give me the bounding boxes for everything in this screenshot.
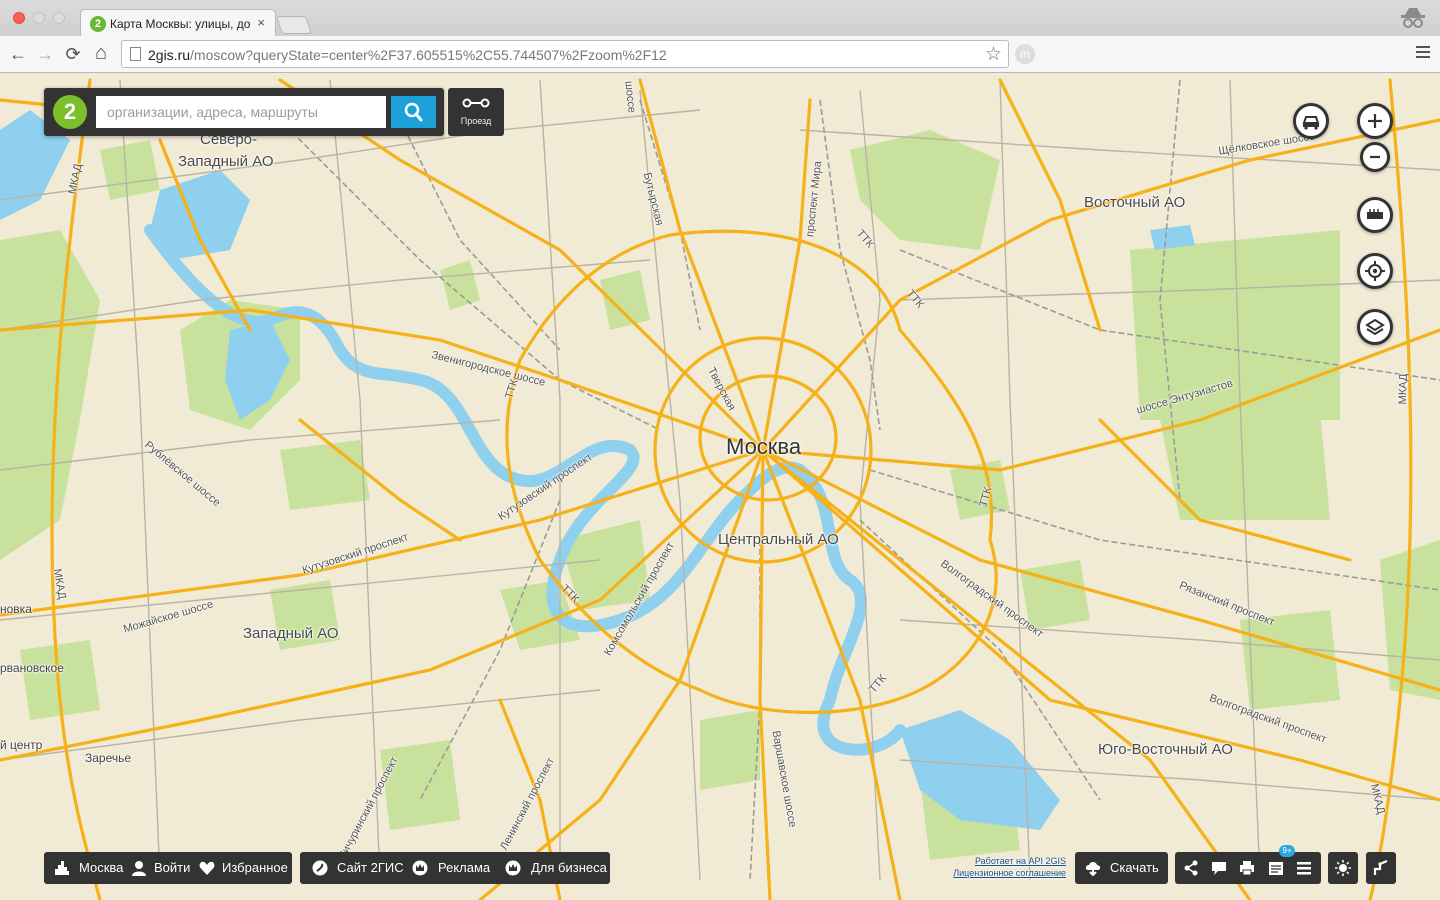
layers-icon <box>1365 318 1385 336</box>
url-text[interactable]: 2gis.ru/moscow?queryState=center%2F37.60… <box>148 47 667 63</box>
locate-icon <box>1365 261 1385 281</box>
tab-title: Карта Москвы: улицы, дома <box>110 17 250 31</box>
extension-icon[interactable]: m <box>1015 44 1035 64</box>
star-icon[interactable]: ☆ <box>985 43 1002 66</box>
reload-icon[interactable]: ⟳ <box>62 44 84 65</box>
window-minimize-button[interactable] <box>33 12 45 24</box>
ruler-measure-icon <box>1373 860 1388 875</box>
window-close-button[interactable] <box>13 12 25 24</box>
comment-icon[interactable] <box>1211 860 1227 876</box>
zoom-out-button[interactable] <box>1360 142 1390 172</box>
browser-tab[interactable]: 2 Карта Москвы: улицы, дома × <box>80 9 276 37</box>
brightness-icon <box>1335 860 1351 876</box>
2gis-favicon-icon: 2 <box>90 16 106 32</box>
crown-business-icon <box>505 860 521 876</box>
district-label: Западный АО <box>243 625 339 642</box>
search-panel: 2 <box>44 88 444 136</box>
layers-button[interactable] <box>1357 309 1393 345</box>
city-label: Москва <box>726 434 802 459</box>
route-label: Проезд <box>460 116 492 126</box>
district-label: Восточный АО <box>1084 194 1186 211</box>
ruler-button[interactable] <box>1357 197 1393 233</box>
traffic-icon <box>1302 116 1320 130</box>
forward-icon[interactable]: → <box>34 44 56 65</box>
brightness-button[interactable] <box>1328 852 1358 884</box>
license-link[interactable]: Лицензионное соглашение <box>940 867 1066 879</box>
bottom-bar-left: Москва Войти Избранное <box>44 852 292 884</box>
heart-icon <box>199 861 215 875</box>
2gis-logo-icon[interactable]: 2 <box>53 95 87 129</box>
site-link[interactable]: Сайт 2ГИС <box>337 852 404 884</box>
favorites-link[interactable]: Избранное <box>222 852 288 884</box>
bottom-bar-tools <box>1175 852 1321 884</box>
route-button[interactable]: Проезд <box>448 88 504 136</box>
api-link[interactable]: Работает на API 2GIS <box>940 855 1066 867</box>
print-icon[interactable] <box>1239 860 1255 876</box>
home-icon[interactable]: ⌂ <box>90 42 112 65</box>
map-tiles <box>0 73 1440 900</box>
search-button[interactable] <box>391 96 436 128</box>
api-links: Работает на API 2GIS Лицензионное соглаш… <box>940 855 1066 879</box>
ruler-icon <box>1367 209 1383 219</box>
share-icon[interactable] <box>1183 860 1199 876</box>
business-link[interactable]: Для бизнеса <box>531 852 607 884</box>
ads-link[interactable]: Реклама <box>438 852 490 884</box>
place-label: рвановское <box>0 661 64 675</box>
city-link[interactable]: Москва <box>79 852 123 884</box>
search-input[interactable] <box>96 96 386 128</box>
new-tab-button[interactable] <box>276 16 312 34</box>
place-label: Заречье <box>85 751 132 765</box>
back-icon[interactable]: ← <box>7 44 29 65</box>
tab-close-icon[interactable]: × <box>257 15 265 30</box>
user-icon <box>132 861 146 876</box>
district-label: Центральный АО <box>718 531 839 548</box>
map-canvas[interactable]: Северо- Западный АО Восточный АО Централ… <box>0 73 1440 900</box>
address-bar[interactable]: 2gis.ru/moscow?queryState=center%2F37.60… <box>121 40 1009 68</box>
browser-toolbar: ← → ⟳ ⌂ 2gis.ru/moscow?queryState=center… <box>0 36 1440 73</box>
route-icon <box>462 98 490 108</box>
place-label: новка <box>0 602 32 616</box>
url-host: 2gis.ru <box>148 47 191 63</box>
window-maximize-button[interactable] <box>53 12 65 24</box>
bottom-bar-center: Сайт 2ГИС Реклама Для бизнеса <box>300 852 610 884</box>
district-label: Западный АО <box>178 153 274 170</box>
measure-button[interactable] <box>1366 852 1396 884</box>
page-icon <box>130 47 141 61</box>
download-icon <box>1085 862 1101 876</box>
window-titlebar: 2 Карта Москвы: улицы, дома × <box>0 0 1440 37</box>
2gis-icon <box>312 860 328 876</box>
download-button[interactable]: Скачать <box>1075 852 1168 884</box>
zoom-in-icon <box>1368 114 1382 128</box>
zoom-out-icon <box>1370 155 1380 159</box>
login-link[interactable]: Войти <box>154 852 190 884</box>
url-path: /moscow?queryState=center%2F37.605515%2C… <box>190 47 667 63</box>
locate-button[interactable] <box>1357 253 1393 289</box>
city-icon <box>55 861 69 875</box>
news-badge: 9+ <box>1279 845 1295 857</box>
download-label: Скачать <box>1110 860 1159 875</box>
crown-icon <box>412 860 428 876</box>
place-label: й центр <box>0 738 43 752</box>
list-icon[interactable] <box>1296 860 1312 876</box>
news-icon[interactable] <box>1268 860 1284 876</box>
road-label: МКАД <box>1396 373 1410 405</box>
zoom-in-button[interactable] <box>1357 103 1393 139</box>
traffic-button[interactable] <box>1293 103 1329 139</box>
incognito-icon <box>1401 8 1425 28</box>
search-icon <box>404 102 423 122</box>
menu-icon[interactable] <box>1416 46 1430 58</box>
district-label: Юго-Восточный АО <box>1098 741 1233 758</box>
